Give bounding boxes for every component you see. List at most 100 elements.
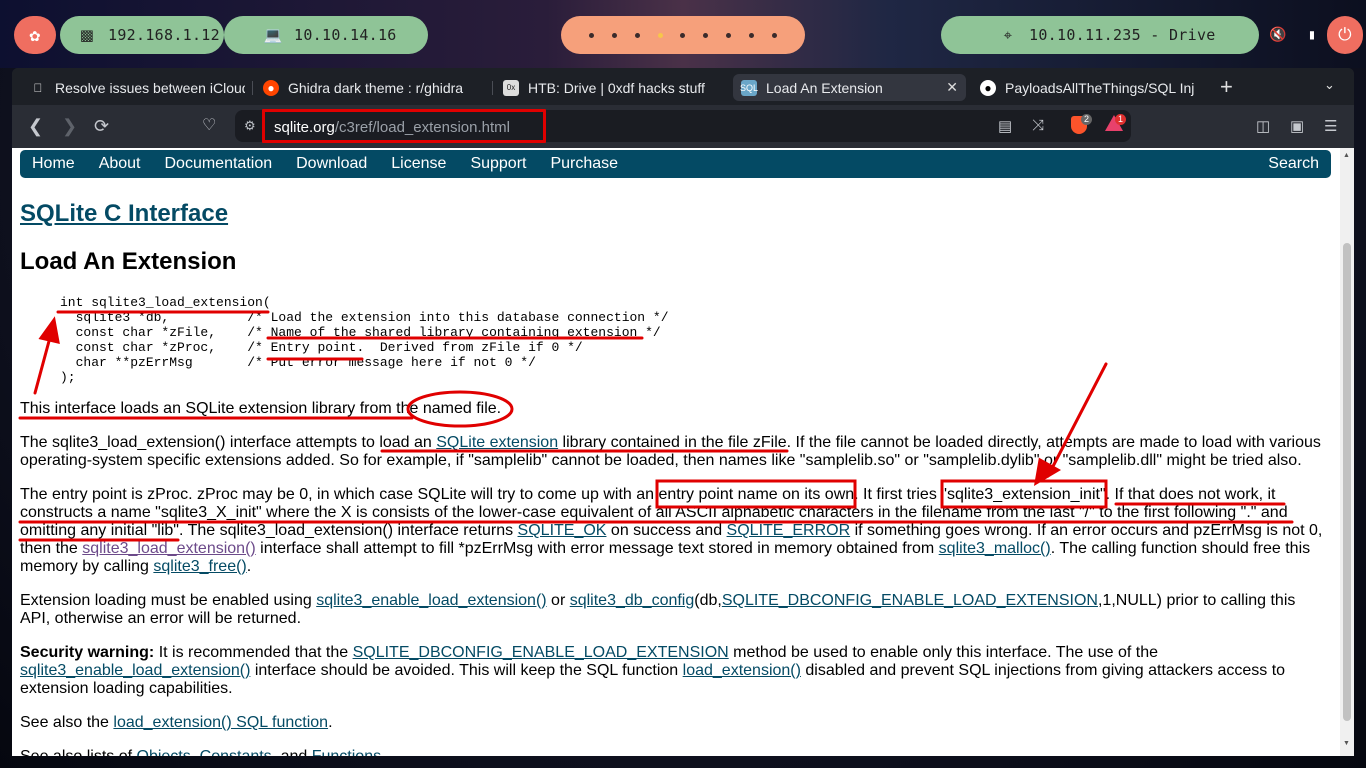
github-icon: ● bbox=[980, 79, 996, 96]
workspace-dot[interactable] bbox=[726, 32, 732, 38]
paragraph-enable: Extension loading must be enabled using … bbox=[20, 592, 1326, 628]
sqlite-extension-link[interactable]: SQLite extension bbox=[436, 434, 558, 451]
tab-icloud[interactable]:  Resolve issues between iCloud bbox=[20, 74, 246, 101]
mute-icon[interactable]: 🔇 bbox=[1269, 27, 1287, 43]
workspace-dot[interactable] bbox=[611, 32, 617, 38]
site-settings-icon[interactable]: ⚙ bbox=[244, 118, 256, 134]
tab-menu-chevron-icon[interactable]: ⌄ bbox=[1324, 77, 1335, 93]
workspace-dot[interactable] bbox=[588, 32, 594, 38]
page-title: Load An Extension bbox=[20, 248, 237, 275]
page-scrollbar[interactable]: ▲ ▼ bbox=[1340, 148, 1354, 756]
host-ip-widget[interactable]: ▩ 192.168.1.12 bbox=[60, 16, 224, 54]
paragraph-intro: This interface loads an SQLite extension… bbox=[20, 400, 502, 417]
sqlite-error-link[interactable]: SQLITE_ERROR bbox=[727, 522, 851, 539]
page-content: Home About Documentation Download Licens… bbox=[12, 148, 1340, 756]
text: It is recommended that the bbox=[154, 644, 353, 661]
paragraph-load: The sqlite3_load_extension() interface a… bbox=[20, 434, 1326, 470]
tab-divider bbox=[492, 81, 493, 95]
code-line: const char *zProc, /* Entry point. Deriv… bbox=[60, 340, 583, 355]
nav-purchase[interactable]: Purchase bbox=[550, 155, 618, 173]
load-extension-visited-link[interactable]: sqlite3_load_extension() bbox=[82, 540, 255, 557]
load-extension-sql-link[interactable]: load_extension() bbox=[683, 662, 801, 679]
sidebar-toggle-icon[interactable]: ◫ bbox=[1256, 117, 1270, 135]
workspace-dot[interactable] bbox=[634, 32, 640, 38]
kali-menu-button[interactable]: ✿ bbox=[14, 16, 56, 54]
security-warning-label: Security warning: bbox=[20, 644, 155, 661]
enable-load-extension-link[interactable]: sqlite3_enable_load_extension() bbox=[20, 662, 250, 679]
workspace-dot[interactable] bbox=[680, 32, 686, 38]
text: Extension loading must be enabled using bbox=[20, 592, 317, 609]
workspace-dot[interactable] bbox=[749, 32, 755, 38]
apple-icon:  bbox=[30, 80, 46, 96]
nav-license[interactable]: License bbox=[391, 155, 446, 173]
power-button[interactable]: ⏻ bbox=[1327, 16, 1363, 54]
reddit-icon: ● bbox=[263, 79, 279, 96]
scroll-down-arrow-icon[interactable]: ▼ bbox=[1343, 740, 1350, 747]
hamburger-menu-icon[interactable]: ☰ bbox=[1324, 117, 1337, 135]
sqlite-nav-bar: Home About Documentation Download Licens… bbox=[20, 150, 1331, 178]
text: See also the bbox=[20, 714, 114, 731]
tray-icons: 🔇 ▮ bbox=[1259, 16, 1327, 54]
nav-search[interactable]: Search bbox=[1268, 155, 1319, 173]
new-tab-button[interactable]: + bbox=[1220, 76, 1233, 98]
vpn-ip-widget[interactable]: 💻 10.10.14.16 bbox=[224, 16, 428, 54]
enable-load-extension-link[interactable]: sqlite3_enable_load_extension() bbox=[316, 592, 546, 609]
code-line: char **pzErrMsg /* Put error message her… bbox=[60, 355, 536, 370]
tab-title: HTB: Drive | 0xdf hacks stuff bbox=[528, 79, 705, 96]
nav-home[interactable]: Home bbox=[32, 155, 75, 173]
text: See also lists of bbox=[20, 748, 137, 756]
nav-download[interactable]: Download bbox=[296, 155, 367, 173]
bookmark-icon[interactable]: ♡ bbox=[202, 116, 216, 136]
nav-support[interactable]: Support bbox=[470, 155, 526, 173]
sqlite-icon: SQL bbox=[740, 79, 758, 96]
objects-link[interactable]: Objects bbox=[137, 748, 191, 756]
tab-load-extension[interactable]: SQL Load An Extension ✕ bbox=[733, 74, 966, 101]
reload-icon[interactable]: ⟳ bbox=[94, 116, 109, 136]
code-line: const char *zFile, /* Name of the shared… bbox=[60, 325, 661, 340]
text: interface shall attempt to fill *pzErrMs… bbox=[255, 540, 939, 557]
scroll-up-arrow-icon[interactable]: ▲ bbox=[1343, 152, 1350, 159]
tab-reddit[interactable]: ● Ghidra dark theme : r/ghidra bbox=[260, 74, 485, 101]
battery-icon[interactable]: ▮ bbox=[1308, 27, 1317, 43]
sqlite-ok-link[interactable]: SQLITE_OK bbox=[518, 522, 607, 539]
wallet-icon[interactable]: ▣ bbox=[1290, 117, 1304, 135]
function-signature: int sqlite3_load_extension( sqlite3 *db,… bbox=[60, 295, 669, 385]
workspace-dot-active[interactable] bbox=[657, 32, 663, 38]
functions-link[interactable]: Functions bbox=[312, 748, 381, 756]
workspace-dot[interactable] bbox=[703, 32, 709, 38]
share-icon[interactable]: ⤨ bbox=[1032, 117, 1044, 134]
reader-mode-icon[interactable]: ▤ bbox=[998, 117, 1012, 135]
close-tab-icon[interactable]: ✕ bbox=[946, 79, 958, 96]
sqlite3-malloc-link[interactable]: sqlite3_malloc() bbox=[939, 540, 1051, 557]
target-widget[interactable]: ⌖ 10.10.11.235 - Drive bbox=[941, 16, 1259, 54]
browser-window:  Resolve issues between iCloud ● Ghidra d… bbox=[12, 68, 1354, 756]
nav-documentation[interactable]: Documentation bbox=[165, 155, 273, 173]
nav-about[interactable]: About bbox=[99, 155, 141, 173]
workspace-switcher[interactable] bbox=[561, 16, 805, 54]
db-config-link[interactable]: sqlite3_db_config bbox=[570, 592, 695, 609]
host-ip-label: 192.168.1.12 bbox=[108, 26, 220, 44]
text: or bbox=[546, 592, 570, 609]
shields-count-badge: 2 bbox=[1081, 114, 1093, 125]
forward-icon[interactable]: ❯ bbox=[62, 116, 77, 136]
constants-link[interactable]: Constants bbox=[200, 748, 272, 756]
back-icon[interactable]: ❮ bbox=[28, 116, 43, 136]
load-extension-sql-function-link[interactable]: load_extension() SQL function bbox=[113, 714, 328, 731]
crosshair-icon: ⌖ bbox=[1003, 26, 1013, 44]
tab-0xdf[interactable]: 0x HTB: Drive | 0xdf hacks stuff bbox=[500, 74, 725, 101]
sqlite3-free-link[interactable]: sqlite3_free() bbox=[153, 558, 246, 575]
section-title-link[interactable]: SQLite C Interface bbox=[20, 200, 228, 228]
code-line: ); bbox=[60, 370, 76, 385]
tab-title: PayloadsAllTheThings/SQL Inj bbox=[1005, 79, 1195, 96]
scrollbar-thumb[interactable] bbox=[1343, 243, 1351, 721]
kali-dragon-icon: ✿ bbox=[29, 24, 41, 46]
dbconfig-enable-link[interactable]: SQLITE_DBCONFIG_ENABLE_LOAD_EXTENSION bbox=[353, 644, 729, 661]
dbconfig-enable-link[interactable]: SQLITE_DBCONFIG_ENABLE_LOAD_EXTENSION bbox=[722, 592, 1098, 609]
vpn-ip-label: 10.10.14.16 bbox=[294, 26, 397, 44]
tab-strip:  Resolve issues between iCloud ● Ghidra d… bbox=[12, 68, 1354, 105]
tab-title: Ghidra dark theme : r/ghidra bbox=[288, 79, 464, 96]
target-label: 10.10.11.235 - Drive bbox=[1029, 26, 1216, 44]
text: . bbox=[328, 714, 333, 731]
workspace-dot[interactable] bbox=[772, 32, 778, 38]
tab-payloads[interactable]: ● PayloadsAllTheThings/SQL Inj bbox=[978, 74, 1198, 101]
